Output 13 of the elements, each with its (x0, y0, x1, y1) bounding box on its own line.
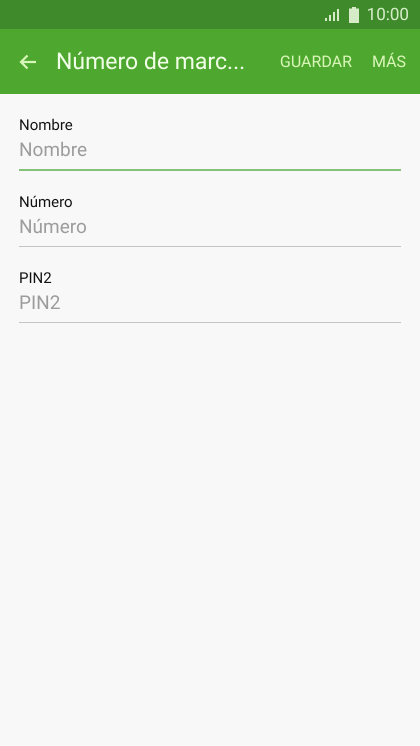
input-field[interactable]: PIN2 (19, 287, 401, 323)
back-icon[interactable] (18, 52, 38, 72)
field-label: Nombre (19, 116, 74, 134)
status-time: 10:00 (366, 4, 409, 24)
action-button[interactable]: MÁS (364, 42, 414, 82)
screen-title: Número de marc... (56, 48, 246, 75)
field-label: PIN2 (19, 269, 53, 287)
input-field[interactable]: Nombre (19, 134, 401, 171)
field-label: Número (19, 193, 74, 211)
battery-icon (348, 6, 359, 22)
action-button[interactable]: GUARDAR (272, 42, 360, 82)
signal-icon (324, 8, 339, 20)
input-field[interactable]: Número (19, 211, 401, 247)
